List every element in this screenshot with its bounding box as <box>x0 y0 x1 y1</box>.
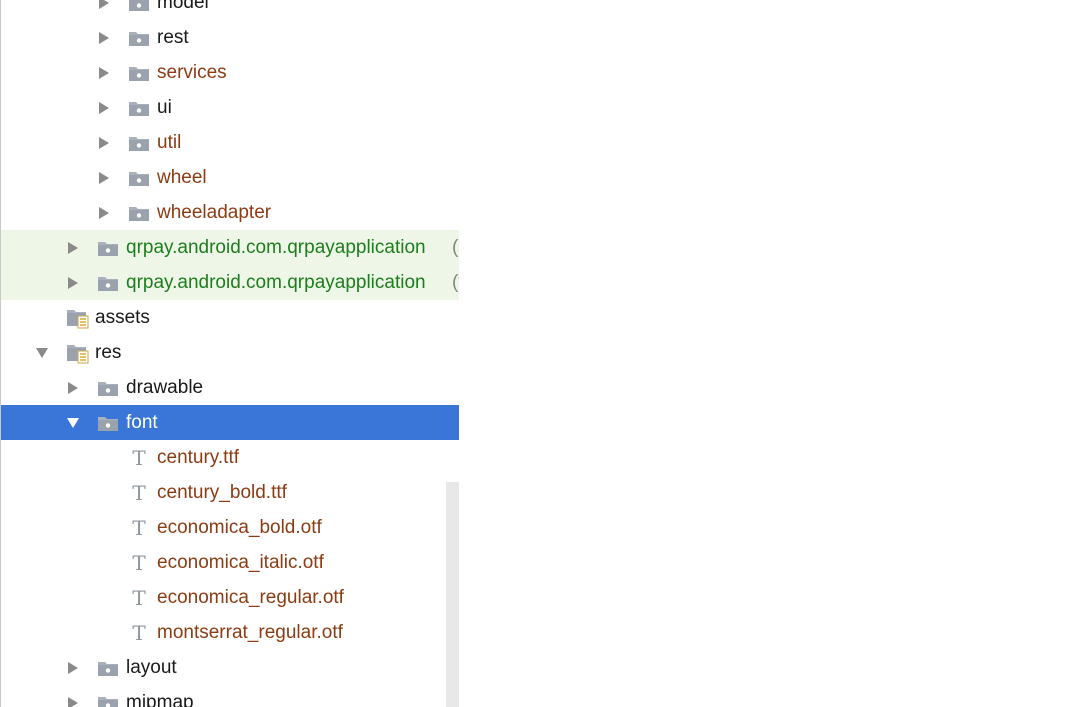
package-folder-icon <box>128 20 150 55</box>
svg-text:T: T <box>132 483 146 503</box>
expand-arrow-right-icon[interactable] <box>65 370 81 405</box>
expand-arrow-right-icon[interactable] <box>96 195 112 230</box>
tree-row-economica-bold-otf[interactable]: Teconomica_bold.otf <box>1 510 459 545</box>
font-file-icon: T <box>130 580 148 615</box>
tree-row-suffix: (t <box>452 272 459 293</box>
expand-arrow-right-icon[interactable] <box>65 265 81 300</box>
tree-row-label: util <box>157 132 182 153</box>
package-folder-icon <box>97 230 119 265</box>
svg-text:T: T <box>132 623 146 643</box>
package-folder-icon <box>128 125 150 160</box>
tree-row-label: wheel <box>157 167 207 188</box>
package-folder-icon <box>128 90 150 125</box>
package-folder-icon <box>128 160 150 195</box>
tree-row-model[interactable]: model <box>1 0 459 20</box>
expand-arrow-right-icon[interactable] <box>65 685 81 707</box>
resource-folder-icon <box>66 335 90 370</box>
font-file-icon: T <box>130 510 148 545</box>
tree-row-label: layout <box>126 657 177 678</box>
tree-row-drawable[interactable]: drawable <box>1 370 459 405</box>
tree-row-font[interactable]: font <box>1 405 459 440</box>
package-folder-icon <box>128 55 150 90</box>
tree-row-qrpay-android-com-qrpayapplication[interactable]: qrpay.android.com.qrpayapplication (a <box>1 230 459 265</box>
vertical-scrollbar[interactable] <box>446 482 459 707</box>
expand-arrow-right-icon[interactable] <box>96 55 112 90</box>
tree-row-label: century_bold.ttf <box>157 482 287 503</box>
tree-row-economica-italic-otf[interactable]: Teconomica_italic.otf <box>1 545 459 580</box>
tree-row-label: economica_italic.otf <box>157 552 324 573</box>
font-file-icon: T <box>130 440 148 475</box>
tree-row-century-ttf[interactable]: Tcentury.ttf <box>1 440 459 475</box>
tree-row-wheeladapter[interactable]: wheeladapter <box>1 195 459 230</box>
tree-row-label: model <box>157 0 209 13</box>
tree-row-res[interactable]: res <box>1 335 459 370</box>
svg-text:T: T <box>132 553 146 573</box>
tree-row-rest[interactable]: rest <box>1 20 459 55</box>
tree-row-label: res <box>95 342 122 363</box>
tree-row-label: rest <box>157 27 189 48</box>
tree-row-century-bold-ttf[interactable]: Tcentury_bold.ttf <box>1 475 459 510</box>
package-folder-icon <box>97 685 119 707</box>
tree-row-layout[interactable]: layout <box>1 650 459 685</box>
package-folder-icon <box>97 405 119 440</box>
tree-row-label: economica_regular.otf <box>157 587 344 608</box>
expand-arrow-right-icon[interactable] <box>65 230 81 265</box>
package-folder-icon <box>97 650 119 685</box>
tree-row-label: century.ttf <box>157 447 240 468</box>
svg-text:T: T <box>132 518 146 538</box>
expand-arrow-right-icon[interactable] <box>96 90 112 125</box>
expand-arrow-right-icon[interactable] <box>96 125 112 160</box>
tree-row-economica-regular-otf[interactable]: Teconomica_regular.otf <box>1 580 459 615</box>
tree-row-mipmap[interactable]: mipmap <box>1 685 459 707</box>
font-file-icon: T <box>130 475 148 510</box>
expand-arrow-down-icon[interactable] <box>34 335 50 370</box>
expand-arrow-down-icon[interactable] <box>65 405 81 440</box>
tree-row-label: montserrat_regular.otf <box>157 622 343 643</box>
tree-row-label: qrpay.android.com.qrpayapplication <box>126 272 426 293</box>
tree-row-qrpay-android-com-qrpayapplication[interactable]: qrpay.android.com.qrpayapplication (t <box>1 265 459 300</box>
package-folder-icon <box>128 0 150 20</box>
expand-arrow-right-icon[interactable] <box>96 160 112 195</box>
tree-row-ui[interactable]: ui <box>1 90 459 125</box>
project-tree[interactable]: model rest services ui util wheel wheeladapter… <box>1 0 459 707</box>
tree-row-wheel[interactable]: wheel <box>1 160 459 195</box>
svg-text:T: T <box>132 588 146 608</box>
tree-row-label: economica_bold.otf <box>157 517 322 538</box>
tree-row-label: wheeladapter <box>157 202 272 223</box>
tree-row-services[interactable]: services <box>1 55 459 90</box>
expand-arrow-right-icon[interactable] <box>96 20 112 55</box>
tree-row-montserrat-regular-otf[interactable]: Tmontserrat_regular.otf <box>1 615 459 650</box>
tree-row-label: mipmap <box>126 692 194 707</box>
expand-arrow-right-icon[interactable] <box>65 650 81 685</box>
svg-text:T: T <box>132 448 146 468</box>
tree-row-label: drawable <box>126 377 204 398</box>
tree-row-assets[interactable]: assets <box>1 300 459 335</box>
tree-row-label: qrpay.android.com.qrpayapplication <box>126 237 426 258</box>
tree-row-util[interactable]: util <box>1 125 459 160</box>
tree-row-label: services <box>157 62 227 83</box>
tree-row-suffix: (a <box>452 237 459 258</box>
package-folder-icon <box>97 265 119 300</box>
tree-row-label: font <box>126 412 158 433</box>
font-file-icon: T <box>130 615 148 650</box>
expand-arrow-right-icon[interactable] <box>96 0 112 20</box>
package-folder-icon <box>97 370 119 405</box>
package-folder-icon <box>128 195 150 230</box>
font-file-icon: T <box>130 545 148 580</box>
tree-row-label: assets <box>95 307 150 328</box>
resource-folder-icon <box>66 300 90 335</box>
tree-row-label: ui <box>157 97 172 118</box>
